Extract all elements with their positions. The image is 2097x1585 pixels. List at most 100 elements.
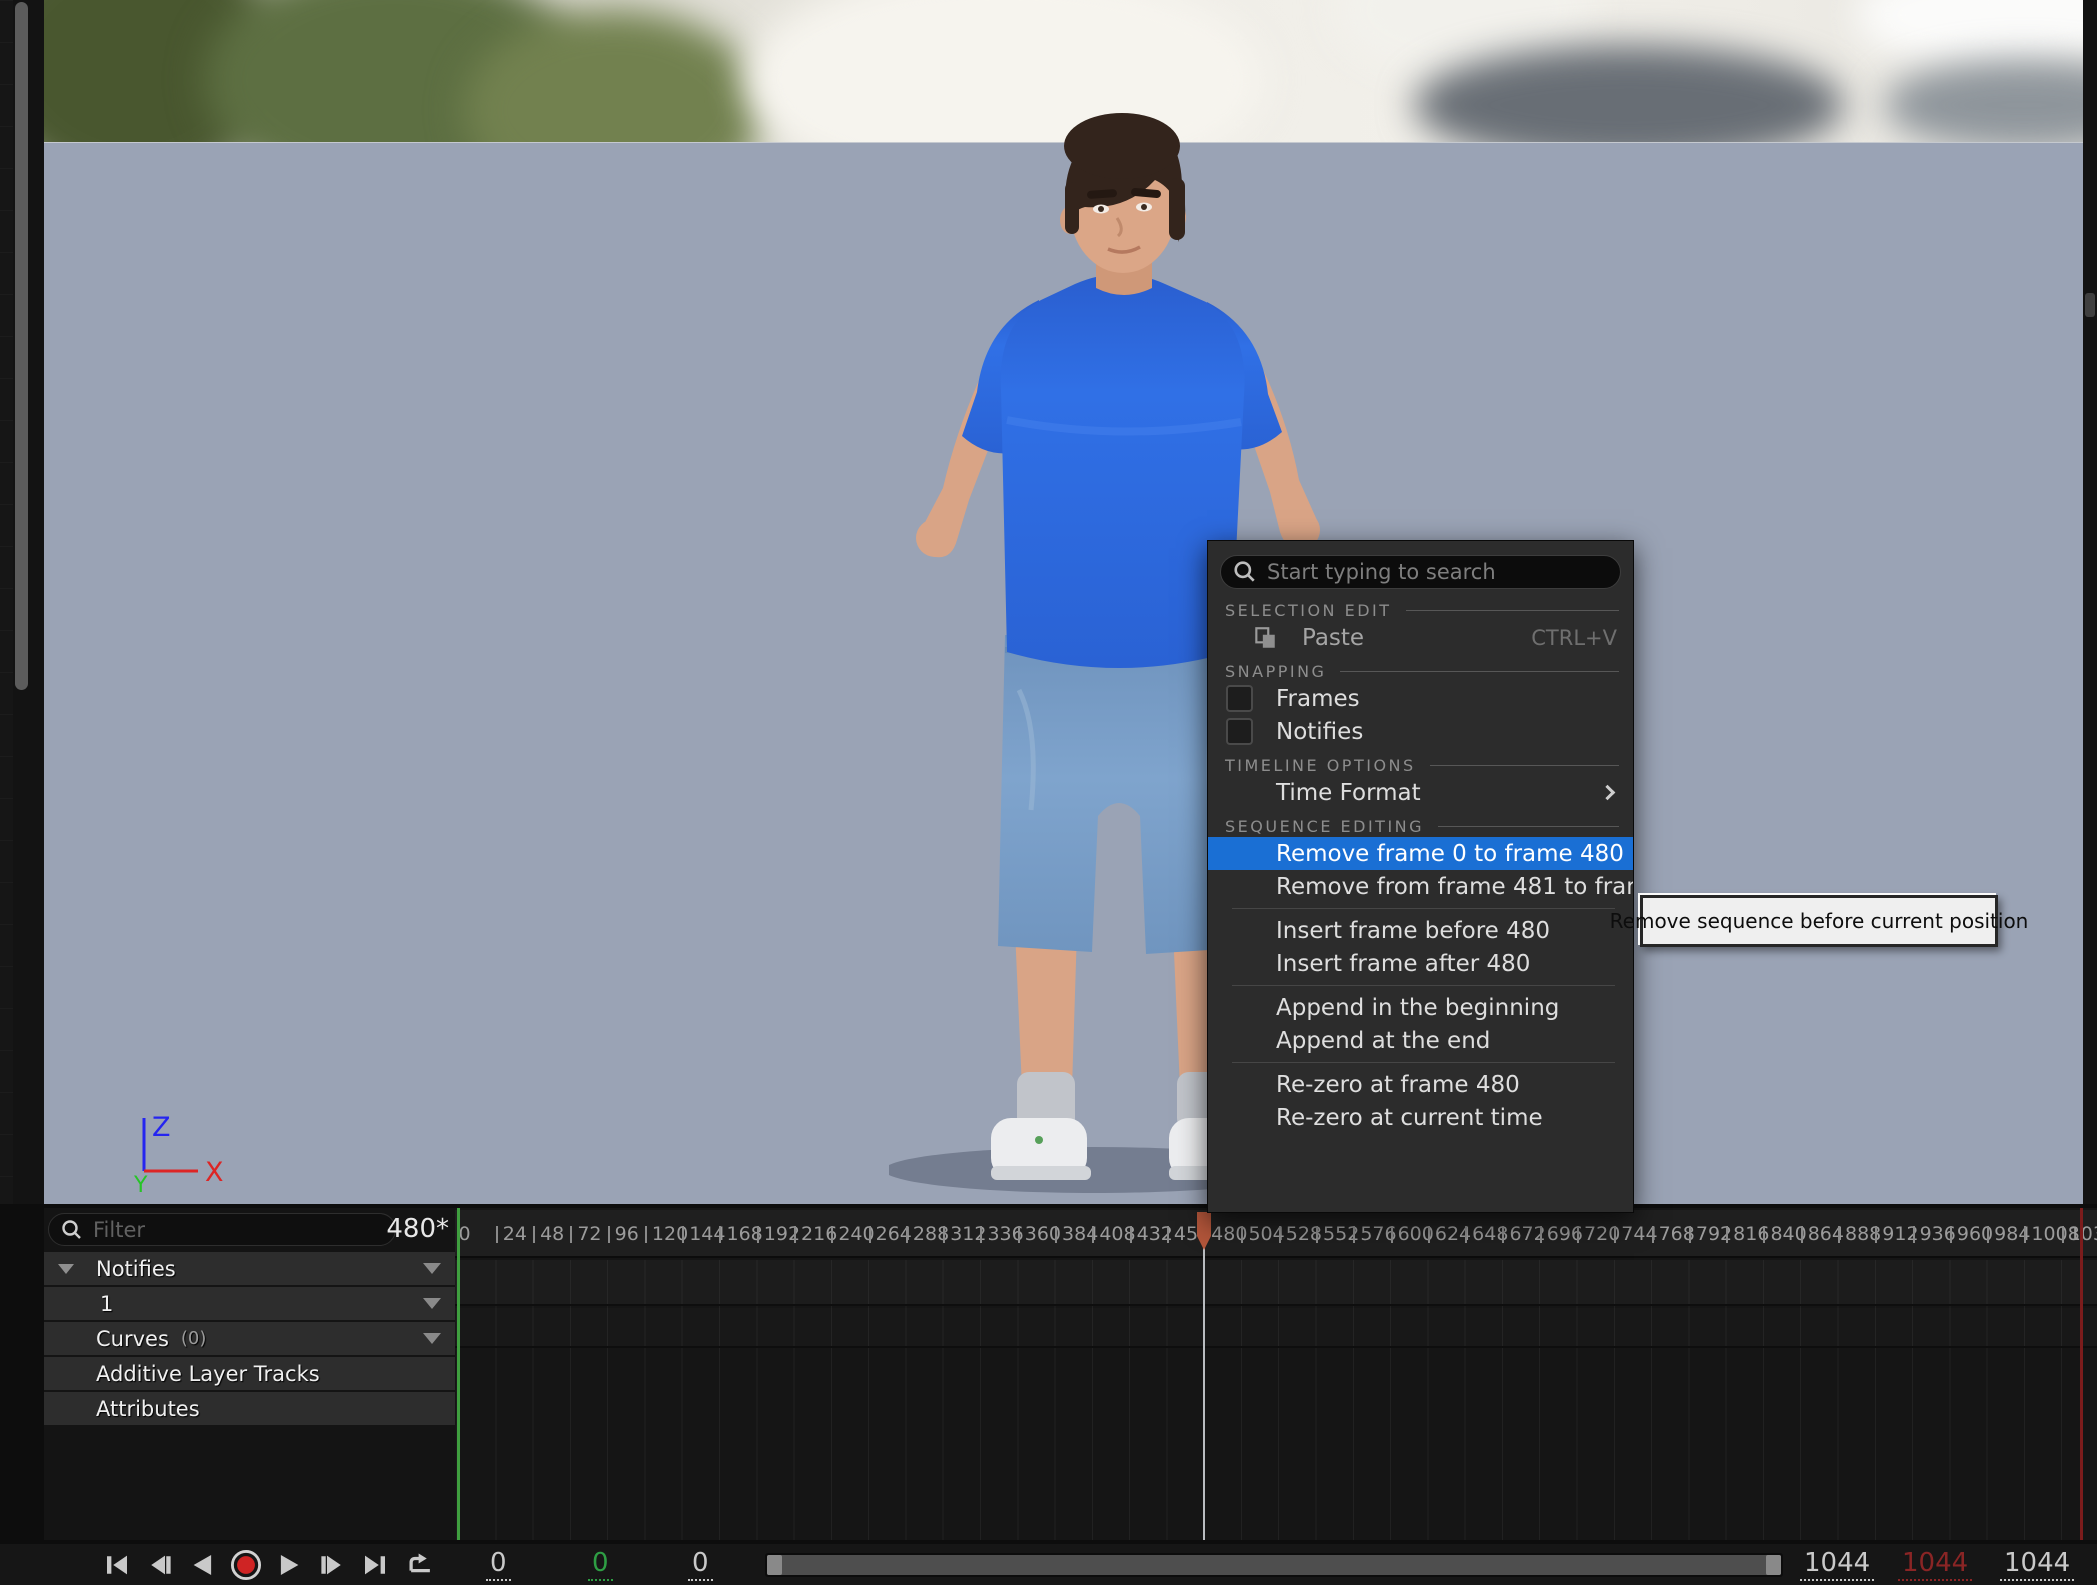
track-label: Additive Layer Tracks — [96, 1362, 320, 1386]
menu-item-label: Notifies — [1276, 719, 1617, 745]
search-icon — [1233, 560, 1257, 584]
menu-item-label: Time Format — [1276, 780, 1602, 806]
sequence-start-line — [457, 1208, 460, 1540]
dropdown-arrow-icon[interactable] — [423, 1263, 441, 1274]
track-count: (0) — [181, 1328, 207, 1349]
track-row-attributes[interactable]: Attributes — [44, 1392, 455, 1425]
loop-icon — [403, 1550, 433, 1580]
axis-z-label: Z — [152, 1112, 171, 1143]
skip-to-start-icon — [102, 1550, 132, 1580]
menu-section-label: SEQUENCE EDITING — [1225, 817, 1424, 836]
range-field-left-1[interactable]: 0 — [588, 1548, 613, 1581]
backdrop-van-shadow — [1884, 60, 2083, 143]
menu-section-label: SELECTION EDIT — [1225, 601, 1392, 620]
menu-section-label: TIMELINE OPTIONS — [1225, 756, 1416, 775]
play-reverse-icon — [188, 1550, 218, 1580]
scrollbar-left-cap[interactable] — [767, 1555, 782, 1575]
step-back-icon — [145, 1550, 175, 1580]
timeline-context-menu: SELECTION EDITPasteCTRL+VSNAPPINGFramesN… — [1207, 540, 1634, 1213]
menu-item-label: Paste — [1302, 625, 1531, 651]
playhead-line[interactable] — [1203, 1248, 1205, 1540]
track-label: 1 — [100, 1292, 113, 1316]
scrollbar-right-cap[interactable] — [1766, 1555, 1781, 1575]
submenu-arrow-icon — [1600, 785, 1616, 801]
timeline-track-area[interactable]: 0244872961201441681922162402642883123363… — [455, 1208, 2097, 1540]
menu-separator — [1232, 1062, 1615, 1063]
play-forward-button[interactable] — [272, 1548, 306, 1582]
filter-searchbox[interactable] — [48, 1213, 396, 1246]
axis-x-label: X — [205, 1157, 224, 1188]
menu-section-label: SNAPPING — [1225, 662, 1326, 681]
range-field-left-2[interactable]: 0 — [688, 1548, 713, 1581]
playhead-marker[interactable] — [1195, 1212, 1213, 1252]
tooltip: Remove sequence before current position — [1640, 895, 1998, 947]
menu-item-label: Re-zero at frame 480 — [1276, 1072, 1617, 1098]
step-forward-icon — [317, 1550, 347, 1580]
menu-item-re-zero-at-current-time[interactable]: Re-zero at current time — [1208, 1101, 1633, 1134]
timeline-horizontal-scrollbar[interactable] — [765, 1553, 1783, 1577]
animation-editor-window: Z X Y 480* Notifies 1 Curves(0) Additive La… — [0, 0, 2097, 1585]
menu-item-label: Remove frame 0 to frame 480 — [1276, 841, 1624, 867]
play-reverse-button[interactable] — [186, 1548, 220, 1582]
step-forward-button[interactable] — [315, 1548, 349, 1582]
scrollbar-handle[interactable] — [767, 1555, 1781, 1575]
menu-searchbox[interactable] — [1220, 555, 1621, 589]
menu-item-append-in-the-beginning[interactable]: Append in the beginning — [1208, 991, 1633, 1024]
left-vertical-scrollbar[interactable] — [15, 2, 28, 690]
menu-item-time-format[interactable]: Time Format — [1208, 776, 1633, 809]
menu-item-label: Remove from frame 481 to frame 1,045 — [1276, 874, 1634, 900]
ruler-tick-72: 72 — [570, 1220, 601, 1248]
context-menu-items: SELECTION EDITPasteCTRL+VSNAPPINGFramesN… — [1208, 599, 1633, 1134]
track-row-additive-layer-tracks[interactable]: Additive Layer Tracks — [44, 1357, 455, 1390]
menu-item-notifies[interactable]: Notifies — [1208, 715, 1633, 748]
menu-item-insert-frame-after-480[interactable]: Insert frame after 480 — [1208, 947, 1633, 980]
range-field-right-0[interactable]: 1044 — [1800, 1548, 1874, 1581]
right-vertical-scrollbar[interactable] — [2085, 293, 2095, 317]
track-row-curves[interactable]: Curves(0) — [44, 1322, 455, 1355]
search-icon — [61, 1219, 83, 1241]
filter-input[interactable] — [93, 1218, 383, 1242]
menu-item-paste[interactable]: PasteCTRL+V — [1208, 621, 1633, 654]
sequence-end-marker — [2080, 1208, 2083, 1540]
tooltip-text: Remove sequence before current position — [1610, 909, 2029, 933]
ruler-tick-24: 24 — [496, 1220, 527, 1248]
axis-y-label: Y — [133, 1173, 148, 1198]
step-back-button[interactable] — [143, 1548, 177, 1582]
notify-track-band — [455, 1260, 2097, 1306]
checkbox[interactable] — [1226, 718, 1253, 745]
loop-button[interactable] — [401, 1548, 435, 1582]
skip-to-end-button[interactable] — [358, 1548, 392, 1582]
shortcut-label: CTRL+V — [1531, 626, 1617, 650]
dropdown-arrow-icon[interactable] — [423, 1298, 441, 1309]
record-icon — [229, 1548, 263, 1582]
track-row-1[interactable]: 1 — [44, 1287, 455, 1320]
menu-search-input[interactable] — [1267, 560, 1608, 584]
ruler-tick-1032: 1032 — [2062, 1220, 2097, 1248]
menu-item-re-zero-at-frame-480[interactable]: Re-zero at frame 480 — [1208, 1068, 1633, 1101]
menu-item-frames[interactable]: Frames — [1208, 682, 1633, 715]
range-field-right-1[interactable]: 1044 — [1898, 1548, 1972, 1581]
menu-item-label: Append at the end — [1276, 1028, 1617, 1054]
checkbox[interactable] — [1226, 685, 1253, 712]
menu-item-remove-from-frame-481-to-frame-1-045[interactable]: Remove from frame 481 to frame 1,045 — [1208, 870, 1633, 903]
menu-item-remove-frame-0-to-frame-480[interactable]: Remove frame 0 to frame 480 — [1208, 837, 1633, 870]
skip-to-start-button[interactable] — [100, 1548, 134, 1582]
menu-separator — [1232, 985, 1615, 986]
viewport-3d[interactable]: Z X Y — [44, 0, 2083, 1204]
menu-item-append-at-the-end[interactable]: Append at the end — [1208, 1024, 1633, 1057]
timeline-ruler[interactable]: 0244872961201441681922162402642883123363… — [455, 1210, 2097, 1258]
track-row-notifies[interactable]: Notifies — [44, 1252, 455, 1285]
menu-item-label: Re-zero at current time — [1276, 1105, 1617, 1131]
range-field-left-0[interactable]: 0 — [486, 1548, 511, 1581]
record-button[interactable] — [229, 1548, 263, 1582]
skip-to-end-icon — [360, 1550, 390, 1580]
expander-arrow-icon[interactable] — [58, 1264, 74, 1274]
dropdown-arrow-icon[interactable] — [423, 1333, 441, 1344]
menu-item-label: Append in the beginning — [1276, 995, 1617, 1021]
current-frame-badge: 480* — [386, 1214, 449, 1244]
track-label: Notifies — [96, 1257, 176, 1281]
menu-item-label: Insert frame before 480 — [1276, 918, 1617, 944]
ruler-tick-96: 96 — [608, 1220, 639, 1248]
menu-item-insert-frame-before-480[interactable]: Insert frame before 480 — [1208, 914, 1633, 947]
range-field-right-2[interactable]: 1044 — [2000, 1548, 2074, 1581]
